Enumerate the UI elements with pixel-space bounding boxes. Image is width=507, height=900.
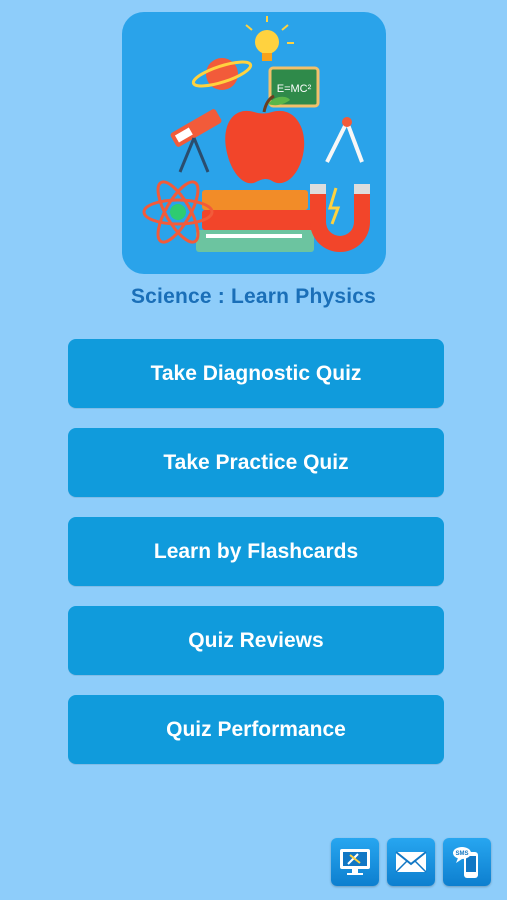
mail-icon [395, 851, 427, 873]
sms-phone-icon: SMS [453, 847, 478, 878]
home-screen: E=MC² Science: Learn Physics Take Diagn… [0, 0, 507, 900]
take-diagnostic-quiz-button[interactable]: Take Diagnostic Quiz [68, 339, 444, 408]
compass-icon [325, 121, 349, 163]
apple-icon [225, 110, 305, 184]
learn-by-flashcards-button[interactable]: Learn by Flashcards [68, 517, 444, 586]
email-button[interactable] [387, 838, 435, 886]
main-menu: Take Diagnostic Quiz Take Practice Quiz … [68, 339, 444, 784]
science-illustration: E=MC² [142, 16, 370, 252]
books-icon [202, 190, 308, 210]
magnet-icon [310, 192, 370, 252]
lightbulb-icon [255, 30, 279, 54]
quiz-reviews-button[interactable]: Quiz Reviews [68, 606, 444, 675]
desktop-tools-icon [340, 849, 370, 875]
quiz-performance-button[interactable]: Quiz Performance [68, 695, 444, 764]
svg-text:SMS: SMS [455, 851, 468, 857]
app-logo: E=MC² [122, 12, 386, 274]
atom-icon [170, 204, 186, 220]
take-practice-quiz-button[interactable]: Take Practice Quiz [68, 428, 444, 497]
svg-text:E=MC²: E=MC² [277, 83, 312, 95]
app-title: Science : Learn Physics [130, 285, 377, 308]
sms-button[interactable]: SMS [443, 838, 491, 886]
desktop-tools-button[interactable] [331, 838, 379, 886]
bottom-toolbar: SMS [331, 838, 491, 886]
